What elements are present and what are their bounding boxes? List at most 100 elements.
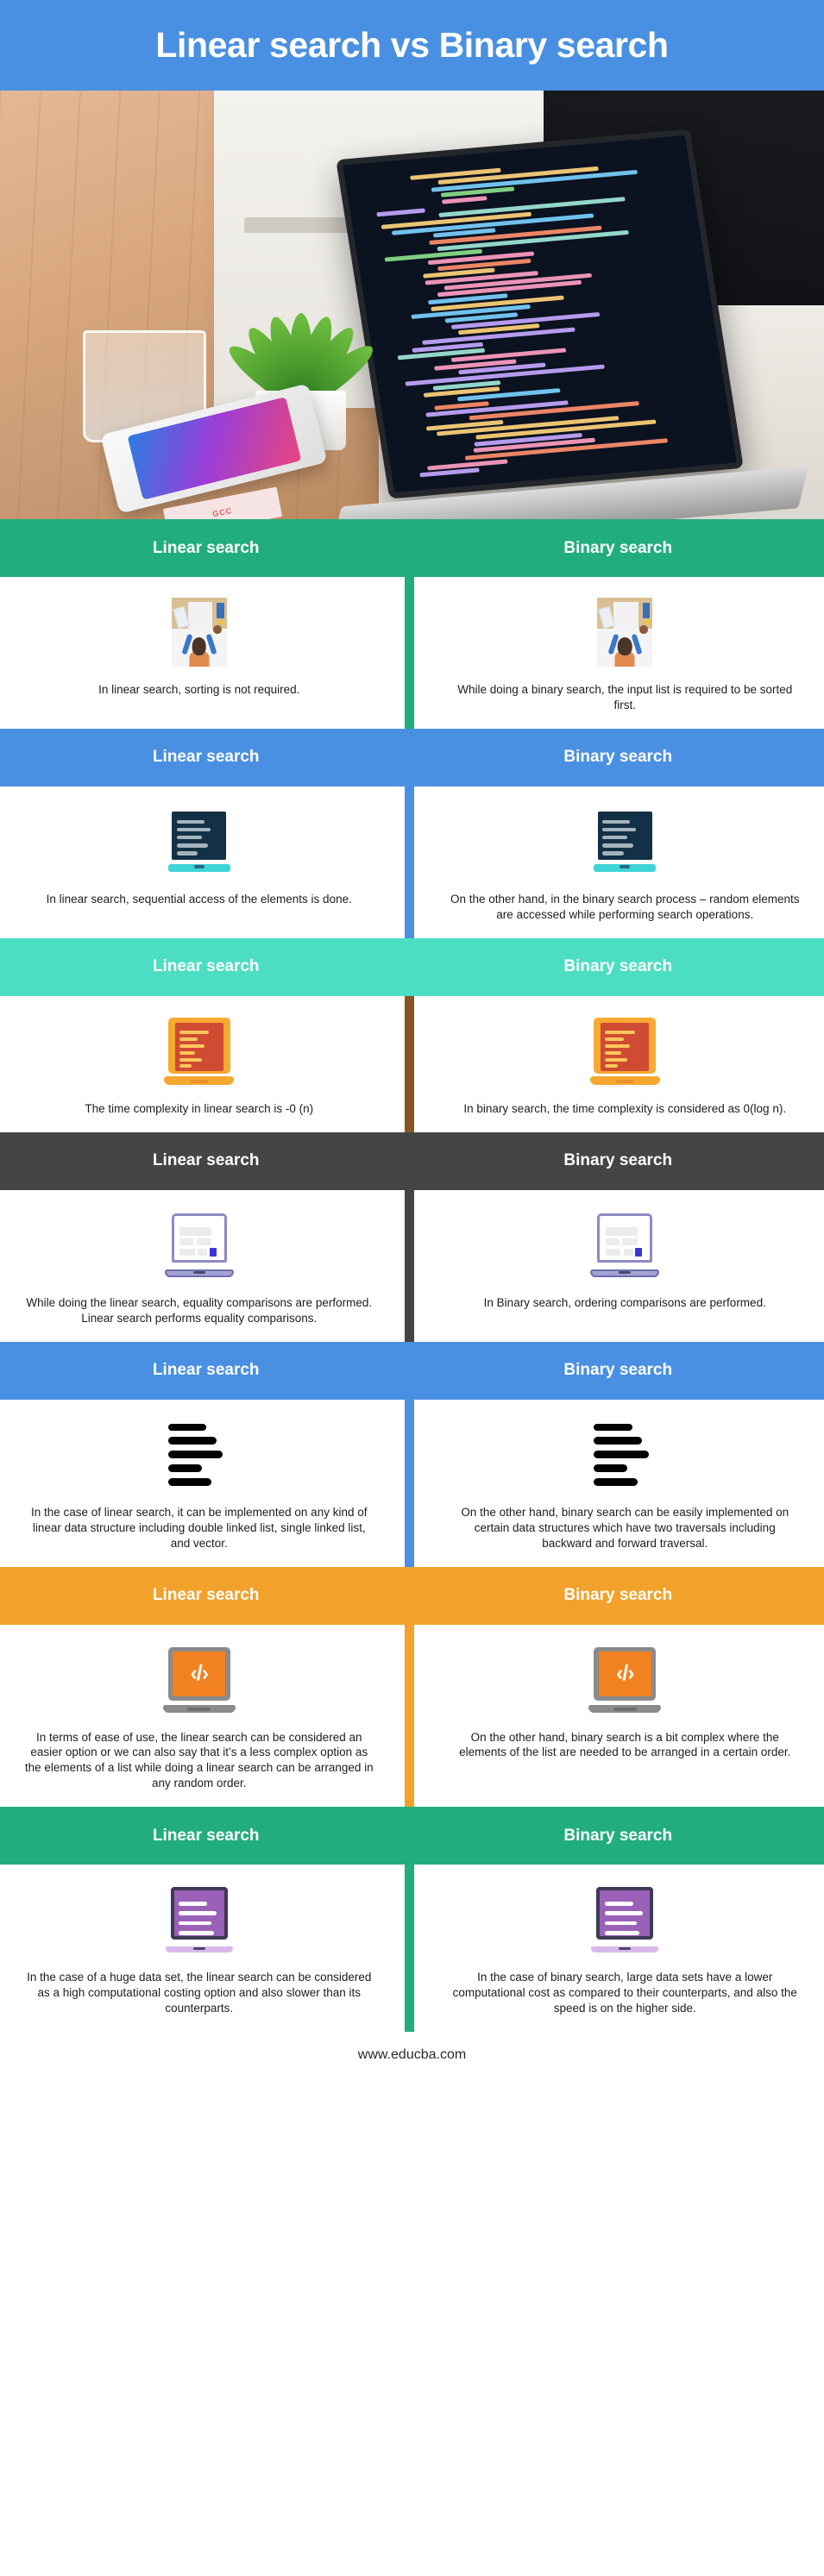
section-header: Linear search Binary search (0, 728, 824, 787)
section-header: Linear search Binary search (0, 937, 824, 996)
orange-laptop-icon (589, 1017, 660, 1085)
description-text: The time complexity in linear search is … (85, 1101, 314, 1115)
section-cell-left: In linear search, sequential access of t… (0, 800, 412, 923)
hero-photo-scene: GCC (0, 91, 824, 519)
hero-photo: GCC (0, 91, 824, 519)
section-body: While doing the linear search, equality … (0, 1189, 824, 1342)
title-bar: Linear search vs Binary search (0, 0, 824, 91)
section-cell-left: In the case of linear search, it can be … (0, 1413, 412, 1551)
comparison-section: Linear search Binary search ‹/› In terms of… (0, 1566, 824, 1808)
section-body: In linear search, sorting is not require… (0, 577, 824, 729)
description-text: In linear search, sequential access of t… (46, 892, 352, 906)
icon-container (591, 1878, 659, 1961)
black-bars-icon (167, 1423, 230, 1486)
section-header: Linear search Binary search (0, 1131, 824, 1190)
icon-container (590, 1204, 660, 1287)
comparison-section: Linear search Binary search In linear sear… (0, 728, 824, 938)
column-heading: Linear search (152, 957, 260, 976)
section-body: In the case of a huge data set, the line… (0, 1865, 824, 2033)
section-header: Linear search Binary search (0, 519, 824, 577)
description-text: On the other hand, in the binary search … (450, 892, 800, 921)
desk-person-icon (171, 598, 227, 667)
comparison-section: Linear search Binary search The time compl… (0, 937, 824, 1132)
section-header-left: Linear search (0, 1807, 412, 1865)
column-heading: Binary search (563, 748, 673, 767)
comparison-section: Linear search Binary search In the case of… (0, 1341, 824, 1567)
icon-container (165, 1878, 233, 1961)
section-cell-right: In the case of binary search, large data… (412, 1878, 824, 2016)
section-cell-right: In Binary search, ordering comparisons a… (412, 1204, 824, 1326)
column-divider (405, 995, 414, 1132)
black-bars-icon (594, 1423, 656, 1486)
section-header-right: Binary search (412, 519, 824, 577)
icon-container (597, 591, 653, 674)
section-cell-left: In the case of a huge data set, the line… (0, 1878, 412, 2016)
section-cell-right: On the other hand, binary search can be … (412, 1413, 824, 1551)
description-text: In linear search, sorting is not require… (98, 683, 300, 696)
column-heading: Linear search (152, 748, 260, 767)
comparison-section: Linear search Binary search While doing th… (0, 1131, 824, 1342)
navy-laptop-icon (167, 811, 230, 872)
column-divider (405, 786, 414, 938)
section-header-left: Linear search (0, 938, 412, 996)
section-cell-right: In binary search, the time complexity is… (412, 1010, 824, 1117)
section-header-right: Binary search (412, 729, 824, 787)
icon-container (171, 591, 227, 674)
icon-container (164, 1204, 234, 1287)
column-heading: Binary search (563, 538, 673, 557)
icon-container: ‹/› (162, 1639, 236, 1721)
section-header-right: Binary search (412, 1807, 824, 1865)
section-header-left: Linear search (0, 1132, 412, 1190)
violet-laptop-icon (591, 1887, 659, 1953)
hero-laptop (331, 128, 809, 519)
icon-container (594, 1413, 656, 1496)
section-header: Linear search Binary search (0, 1341, 824, 1400)
hero-laptop-screen (336, 128, 744, 498)
section-header-left: Linear search (0, 519, 412, 577)
section-header-right: Binary search (412, 1567, 824, 1625)
section-header-left: Linear search (0, 729, 412, 787)
code-glyph: ‹/› (615, 1661, 635, 1686)
footer-url: www.educba.com (357, 2047, 467, 2063)
section-body: In the case of linear search, it can be … (0, 1399, 824, 1567)
section-body: The time complexity in linear search is … (0, 995, 824, 1132)
description-text: In the case of a huge data set, the line… (27, 1971, 372, 2015)
description-text: On the other hand, binary search is a bi… (459, 1730, 791, 1759)
violet-laptop-icon (165, 1887, 233, 1953)
column-heading: Binary search (563, 1826, 673, 1845)
section-header-right: Binary search (412, 1342, 824, 1400)
comparison-section: Linear search Binary search In the case of… (0, 1807, 824, 2033)
navy-laptop-icon (594, 811, 657, 872)
section-header-right: Binary search (412, 938, 824, 996)
code-glyph: ‹/› (190, 1661, 209, 1686)
column-heading: Linear search (152, 1361, 260, 1380)
description-text: While doing a binary search, the input l… (457, 683, 793, 711)
section-cell-right: On the other hand, in the binary search … (412, 800, 824, 923)
description-text: On the other hand, binary search can be … (461, 1505, 789, 1550)
column-divider (405, 1399, 414, 1567)
icon-container (589, 1010, 660, 1093)
column-divider (405, 1189, 414, 1342)
section-header: Linear search Binary search (0, 1566, 824, 1625)
section-header-left: Linear search (0, 1342, 412, 1400)
description-text: In binary search, the time complexity is… (463, 1101, 787, 1115)
section-cell-left: While doing the linear search, equality … (0, 1204, 412, 1326)
section-cell-left: ‹/› In terms of ease of use, the linear s… (0, 1639, 412, 1792)
section-body: In linear search, sequential access of t… (0, 786, 824, 938)
description-text: While doing the linear search, equality … (26, 1295, 373, 1325)
page-title: Linear search vs Binary search (155, 25, 669, 65)
comparison-section: Linear search Binary search In linear sear… (0, 519, 824, 729)
footer: www.educba.com (0, 2032, 824, 2079)
column-heading: Linear search (152, 1586, 260, 1605)
section-cell-right: ‹/› On the other hand, binary search is a… (412, 1639, 824, 1792)
code-laptop-icon: ‹/› (588, 1646, 662, 1713)
column-heading: Binary search (563, 1361, 673, 1380)
column-heading: Linear search (152, 1151, 260, 1170)
column-heading: Binary search (563, 1151, 673, 1170)
icon-container (594, 800, 657, 883)
column-heading: Linear search (152, 1826, 260, 1845)
description-text: In the case of linear search, it can be … (31, 1505, 368, 1550)
icon-container: ‹/› (588, 1639, 662, 1721)
description-text: In Binary search, ordering comparisons a… (483, 1295, 766, 1309)
section-header-left: Linear search (0, 1567, 412, 1625)
